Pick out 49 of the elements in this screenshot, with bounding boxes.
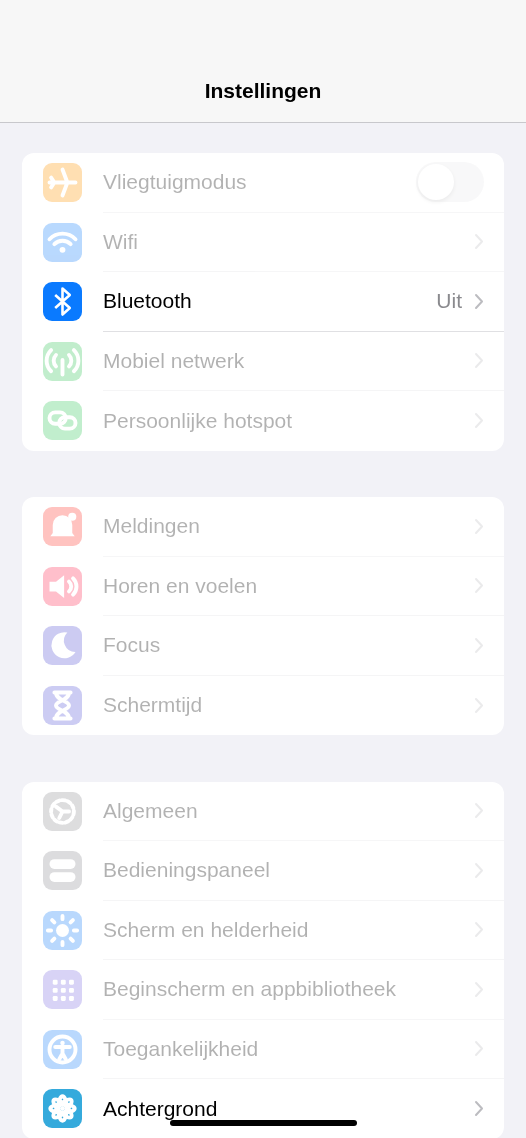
settings-row[interactable]: Scherm en helderheid [22,900,504,960]
settings-row[interactable]: Horen en voelen [22,556,504,616]
hourglass-icon [43,685,82,725]
settings-row[interactable]: Toegankelijkheid [22,1019,504,1079]
speaker-icon [43,566,82,606]
flower-icon [43,1089,82,1129]
screen-title: Instellingen [204,79,322,103]
row-label: Vliegtuigmodus [103,170,248,195]
row-label: Wifi [103,229,139,254]
home-indicator[interactable] [170,1120,357,1126]
gear-icon [43,791,82,831]
settings-row[interactable]: Bluetooth Uit [22,272,504,332]
row-label: Schermtijd [103,693,204,718]
bell-icon [43,507,82,547]
airplane-icon [43,163,82,203]
settings-row[interactable]: Vliegtuigmodus [22,153,504,213]
sun-icon [43,910,82,950]
row-value: Uit [436,289,462,314]
settings-row[interactable]: Algemeen [22,781,504,841]
settings-row[interactable]: Focus [22,616,504,676]
bluetooth-icon [43,282,82,322]
antenna-icon [43,341,82,381]
link-icon [43,401,82,441]
row-label: Mobiel netwerk [103,348,246,373]
row-label: Persoonlijke hotspot [103,408,294,433]
row-label: Algemeen [103,798,199,823]
settings-row[interactable]: Bedieningspaneel [22,841,504,901]
row-label: Bedieningspaneel [103,858,271,883]
chevron-icon [474,292,484,310]
row-label: Focus [103,633,162,658]
row-label: Meldingen [103,514,201,539]
settings-row[interactable]: Meldingen [22,497,504,557]
wifi-icon [43,222,82,262]
row-label: Scherm en helderheid [103,917,310,942]
accessibility-icon [43,1029,82,1069]
row-label: Bluetooth [103,289,193,314]
switches-icon [43,851,82,891]
row-label: Achtergrond [103,1096,219,1121]
settings-row[interactable]: Beginscherm en appbibliotheek [22,960,504,1020]
settings-row[interactable]: Wifi [22,212,504,272]
settings-row[interactable]: Schermtijd [22,675,504,735]
row-label: Horen en voelen [103,573,259,598]
grid-icon [43,970,82,1010]
settings-row[interactable]: Mobiel netwerk [22,331,504,391]
row-label: Toegankelijkheid [103,1036,260,1061]
settings-row[interactable]: Persoonlijke hotspot [22,391,504,451]
row-label: Beginscherm en appbibliotheek [103,977,398,1002]
chevron-icon [474,1100,484,1118]
moon-icon [43,626,82,666]
